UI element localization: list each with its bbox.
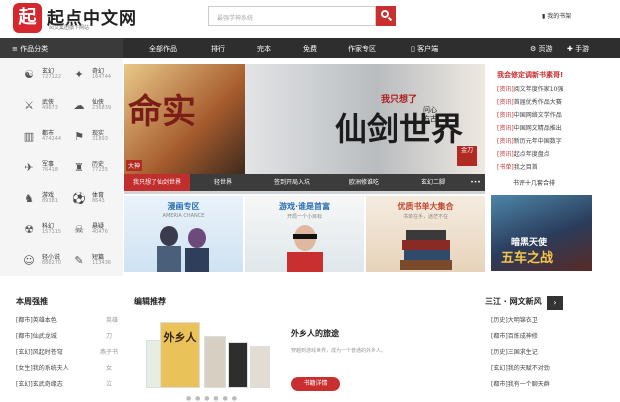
news-section-heading: 三江 · 网文新风 xyxy=(485,297,542,306)
news-item[interactable]: [资讯]中国网文精品推出 xyxy=(497,123,562,132)
banner-tabs: 我只想了仙剑世界 轻世界 签到开局入坑 欧洲修谁吃 玄幻二脚 ••• xyxy=(124,174,485,191)
banner-slide-right[interactable]: 问心方古 我只想了 仙剑世界 金刀 xyxy=(245,64,485,174)
category-icon: ⚔ xyxy=(24,99,34,112)
weekly-item[interactable]: [玄幻]风起时苍穹 燕子书 xyxy=(16,347,118,356)
site-subtitle: 阅文集团旗下网站 xyxy=(49,25,90,31)
editor-book-title[interactable]: 外乡人的旅途 xyxy=(291,328,339,339)
editor-book-covers[interactable]: 外乡人 xyxy=(146,318,272,388)
category-item[interactable]: ☠ 悬疑 40476 xyxy=(70,215,128,242)
nav-finished[interactable]: 完本 xyxy=(257,44,271,54)
category-menu[interactable]: ≡ 作品分类 xyxy=(0,38,123,58)
category-icon: ☯ xyxy=(24,68,34,81)
banner-tab[interactable]: 玄幻二脚 xyxy=(400,174,466,191)
category-icon: ✦ xyxy=(74,68,84,81)
game-character-illustration xyxy=(287,225,323,272)
main-nav: ≡ 作品分类 全部作品 排行 完本 免费 作家专区 ▯ 客户端 ⚙ 页游 ✚ 手… xyxy=(0,38,620,58)
seal-badge: 金刀 xyxy=(457,146,477,166)
category-icon: ⚽ xyxy=(72,192,86,205)
nav-rank[interactable]: 排行 xyxy=(211,44,225,54)
weekly-item[interactable]: [玄幻]玄武奇缘志泣 xyxy=(16,379,112,388)
news-item[interactable]: [书单]我之目首 xyxy=(497,162,538,171)
nav-free[interactable]: 免费 xyxy=(303,44,317,54)
nav-all[interactable]: 全部作品 xyxy=(149,44,177,54)
banner-tab[interactable]: 我只想了仙剑世界 xyxy=(124,174,190,191)
news-item[interactable]: [资讯]中国网络文学作品 xyxy=(497,110,562,119)
menu-icon: ≡ xyxy=(12,45,21,53)
category-item[interactable]: ☁ 仙侠 236839 xyxy=(70,91,128,118)
news-heading[interactable]: 我会修定调新书素哥! xyxy=(497,70,563,80)
news-list-item[interactable]: [都市]百炼成神修 xyxy=(491,331,538,340)
category-item[interactable]: ✦ 奇幻 164744 xyxy=(70,60,128,87)
news-list-item[interactable]: [历史]三国求生记 xyxy=(491,347,538,356)
news-item[interactable]: [资讯]新历元年中国数字 xyxy=(497,136,562,145)
gamepad-icon: ⚙ xyxy=(530,45,539,53)
weekly-item[interactable]: [都市]英雄本色 英雄 xyxy=(16,315,118,324)
news-item[interactable]: [资讯]首届优秀作品大赛 xyxy=(497,97,562,106)
category-icon: ✈ xyxy=(24,161,34,174)
weekly-heading: 本周强推 xyxy=(16,297,48,306)
comic-zone-card[interactable]: 漫画专区 AMERIA CHANCE xyxy=(124,196,243,272)
category-icon: ♜ xyxy=(74,161,84,174)
news-list-item[interactable]: [历史]大明锦衣卫 xyxy=(491,315,538,324)
weekly-item[interactable]: [都市]仙武龙城刀 xyxy=(16,331,112,340)
bookshelf-link[interactable]: ▮ 我的书架 xyxy=(542,11,571,20)
category-icon: ☁ xyxy=(73,99,85,112)
search-button[interactable] xyxy=(376,6,396,26)
category-icon: ☢ xyxy=(24,223,34,236)
category-item[interactable]: ⚑ 现实 31893 xyxy=(70,122,128,149)
editor-heading: 编辑推荐 xyxy=(134,297,166,306)
book-detail-button[interactable]: 书籍详情 xyxy=(291,377,340,391)
news-item[interactable]: [资讯]阅文年度作家10强 xyxy=(497,84,563,93)
nav-client[interactable]: ▯ 客户端 xyxy=(411,44,438,54)
banner-tab[interactable]: 欧洲修谁吃 xyxy=(328,174,400,191)
promo-poster[interactable]: 暗黑天使 五车之战 xyxy=(491,195,592,271)
news-footer[interactable]: 书评十几套合排 xyxy=(513,178,555,187)
qidian-logo[interactable]: 起 xyxy=(13,3,42,33)
news-item[interactable]: [资讯]起点年度盘点 xyxy=(497,149,550,158)
comic-figures-illustration xyxy=(157,226,209,272)
category-icon: ☺ xyxy=(23,254,35,267)
more-icon[interactable]: ••• xyxy=(466,174,485,191)
category-sidebar: ☯ 玄幻 727122 ✦ 奇幻 164744 ⚔ 武侠 49673 ☁ 仙侠 236839 ▥… xyxy=(0,58,123,276)
banner-tab[interactable]: 轻世界 xyxy=(190,174,256,191)
news-list-item[interactable]: [都市]我有一个聊天群 xyxy=(491,379,550,388)
search-input[interactable]: 最强学神系统 xyxy=(208,6,376,26)
news-panel: 我会修定调新书素哥! [资讯]阅文年度作家10强 [资讯]首届优秀作品大赛 [资… xyxy=(491,64,592,194)
game-card[interactable]: 游戏·谁是首富 开局一个小目标 xyxy=(245,196,364,272)
banner-tab[interactable]: 签到开局入坑 xyxy=(256,174,328,191)
category-item[interactable]: ♜ 历史 77235 xyxy=(70,153,128,180)
nav-webgame[interactable]: ⚙ 页游 xyxy=(530,44,553,54)
controller-icon: ✚ xyxy=(567,45,576,53)
chevron-right-icon[interactable]: › xyxy=(547,296,563,310)
nav-mobilegame[interactable]: ✚ 手游 xyxy=(567,44,589,54)
book-stack-illustration xyxy=(400,230,452,270)
category-item[interactable]: ⚽ 体育 8643 xyxy=(70,184,128,211)
category-icon: ♞ xyxy=(24,192,34,205)
weekly-item[interactable]: [女生]我的系统夫人女 xyxy=(16,363,112,372)
category-icon: ▥ xyxy=(23,130,35,143)
category-icon: ☠ xyxy=(74,223,84,236)
news-list-item[interactable]: [玄幻]我的天赋不对劲 xyxy=(491,363,550,372)
top-bar: 起 起点中文网 阅文集团旗下网站 最强学神系统 ▮ 我的书架 xyxy=(0,0,620,38)
featured-cover: 外乡人 xyxy=(160,322,200,388)
banner-slide-left[interactable]: 命实 大神 xyxy=(124,64,245,174)
category-icon: ✎ xyxy=(74,254,84,267)
category-item[interactable]: ✎ 短篇 113436 xyxy=(70,246,128,273)
category-icon: ⚑ xyxy=(74,130,84,143)
nav-author[interactable]: 作家专区 xyxy=(348,44,376,54)
editor-book-desc: 穿越到游戏世界，成为一个普通的外乡人。 xyxy=(291,348,387,354)
booklist-card[interactable]: 优质书单大集合 书单在手，迷茫不在 xyxy=(366,196,485,272)
